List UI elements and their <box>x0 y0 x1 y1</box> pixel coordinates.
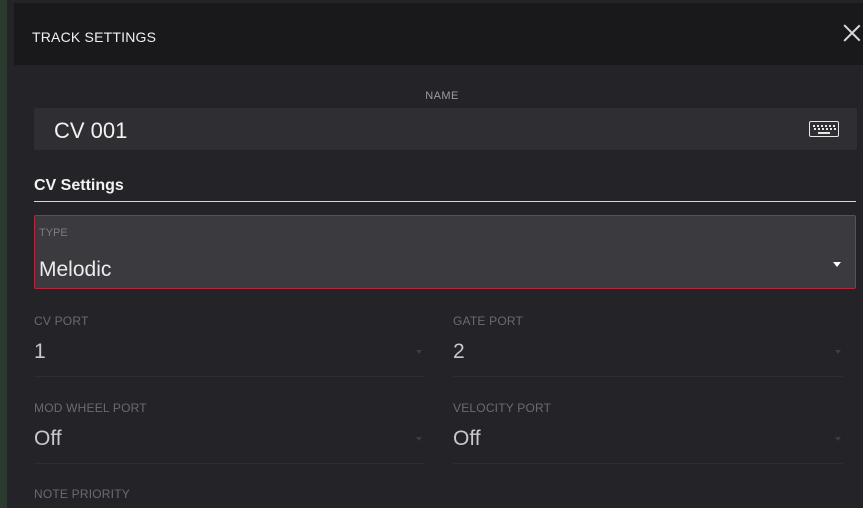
mod-wheel-port-value: Off <box>34 427 62 450</box>
cv-port-value: 1 <box>34 340 46 363</box>
cv-port-label: CV PORT <box>34 314 89 328</box>
section-divider <box>34 201 856 202</box>
type-dropdown[interactable]: TYPE Melodic <box>34 215 856 289</box>
name-label: NAME <box>425 90 459 102</box>
caret-down-icon <box>833 262 841 267</box>
mod-wheel-port-label: MOD WHEEL PORT <box>34 401 147 415</box>
mod-wheel-port-dropdown[interactable]: MOD WHEEL PORT Off <box>34 401 424 465</box>
close-icon[interactable] <box>840 21 863 45</box>
velocity-port-value: Off <box>453 427 481 450</box>
field-underline <box>34 463 424 464</box>
section-title-cv-settings: CV Settings <box>34 177 124 194</box>
note-priority-label: NOTE PRIORITY <box>34 487 130 501</box>
gate-port-value: 2 <box>453 340 465 363</box>
cv-port-dropdown[interactable]: CV PORT 1 <box>34 314 424 378</box>
gate-port-label: GATE PORT <box>453 314 524 328</box>
field-underline <box>453 463 843 464</box>
gate-port-dropdown[interactable]: GATE PORT 2 <box>453 314 843 378</box>
velocity-port-label: VELOCITY PORT <box>453 401 552 415</box>
title-bar: TRACK SETTINGS <box>14 3 863 65</box>
name-value: CV 001 <box>54 118 128 143</box>
caret-down-icon <box>416 437 422 441</box>
field-underline <box>34 376 424 377</box>
velocity-port-dropdown[interactable]: VELOCITY PORT Off <box>453 401 843 465</box>
type-label: TYPE <box>39 227 68 239</box>
caret-down-icon <box>835 350 841 354</box>
track-settings-dialog: TRACK SETTINGS NAME CV 001 CV Settings T… <box>0 0 863 508</box>
type-value: Melodic <box>39 258 112 281</box>
field-underline <box>453 376 843 377</box>
note-priority-dropdown[interactable]: NOTE PRIORITY <box>34 487 424 507</box>
caret-down-icon <box>416 350 422 354</box>
keyboard-icon[interactable] <box>809 121 839 137</box>
dialog-title: TRACK SETTINGS <box>32 29 157 45</box>
caret-down-icon <box>835 437 841 441</box>
name-field[interactable]: CV 001 <box>34 108 857 150</box>
